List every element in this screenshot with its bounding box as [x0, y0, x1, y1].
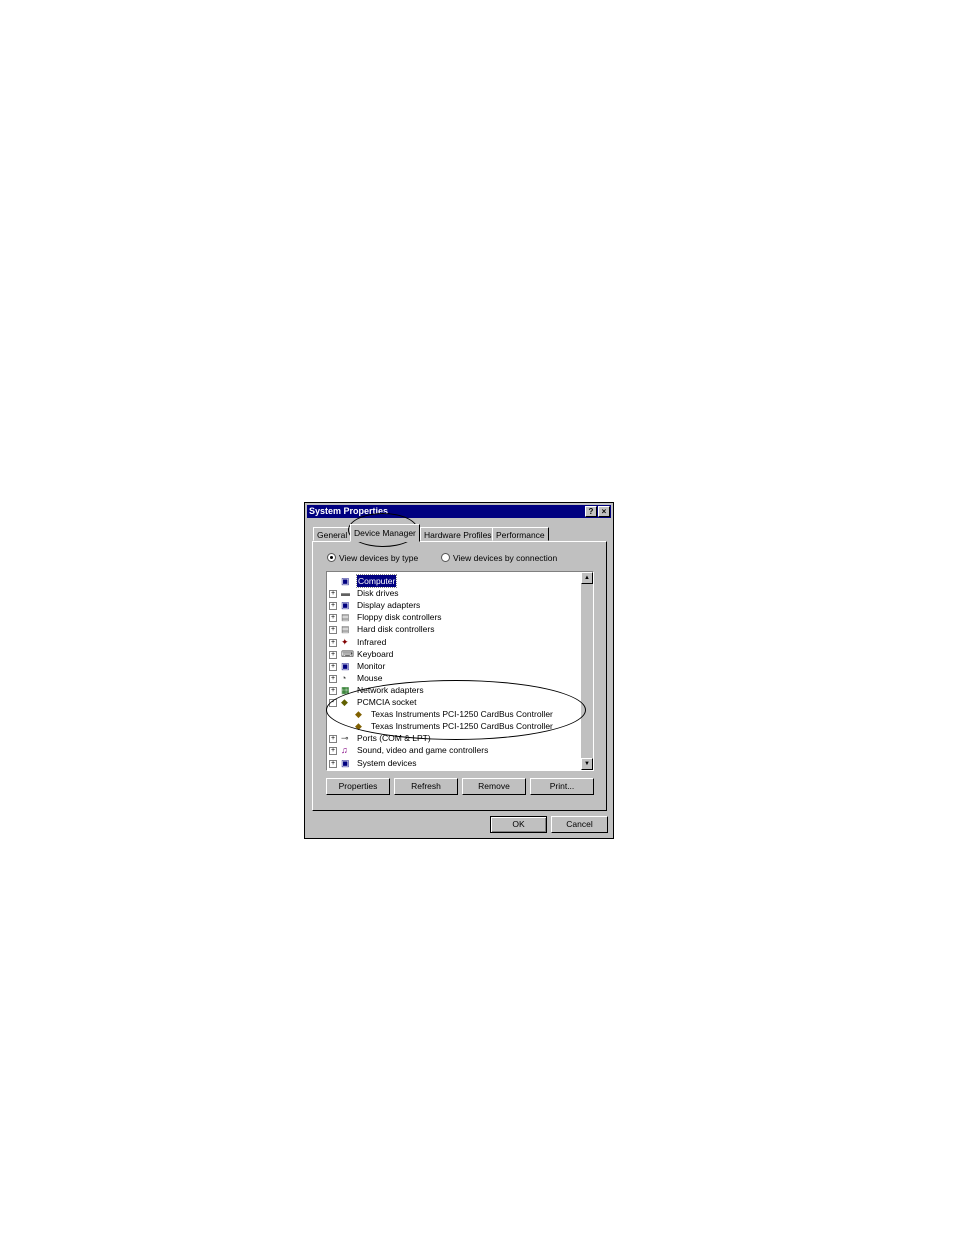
title-bar: System Properties ? × — [307, 505, 611, 518]
expand-icon[interactable]: + — [329, 735, 337, 744]
tree-item-label: Texas Instruments PCI-1250 CardBus Contr… — [371, 721, 553, 732]
close-button[interactable]: × — [598, 506, 610, 517]
tree-item-label: Texas Instruments PCI-1250 CardBus Contr… — [371, 709, 553, 720]
sound-icon: ♫ — [341, 745, 348, 756]
tree-item-label: Hard disk controllers — [357, 624, 435, 635]
expand-icon[interactable]: + — [329, 747, 337, 756]
tree-item-label: PCMCIA socket — [357, 697, 417, 707]
help-button[interactable]: ? — [585, 506, 597, 517]
monitor-icon: ▣ — [341, 660, 350, 671]
pcmcia-icon: ◆ — [341, 697, 348, 707]
print-button[interactable]: Print... — [530, 778, 594, 795]
scroll-down-arrow-icon[interactable]: ▼ — [581, 758, 593, 770]
ok-button[interactable]: OK — [490, 816, 547, 833]
port-icon: ⊸ — [341, 733, 349, 744]
usb-icon: ⊕ — [341, 770, 352, 771]
system-icon: ▣ — [341, 757, 350, 768]
tree-item-label: Computer — [355, 574, 398, 588]
view-by-type-label: View devices by type — [339, 553, 419, 563]
network-icon: ▦ — [341, 684, 350, 695]
cancel-button[interactable]: Cancel — [551, 816, 608, 833]
tree-item-label: Keyboard — [357, 648, 394, 659]
tab-general[interactable]: General — [313, 527, 352, 541]
tree-item-label: Display adapters — [357, 600, 421, 611]
floppy-icon: ▤ — [341, 612, 350, 623]
radio-selected-icon — [327, 553, 336, 562]
tree-item-label: Universal serial bus controller — [357, 769, 469, 771]
view-by-connection-radio[interactable]: View devices by connection — [441, 553, 557, 563]
tab-device-manager[interactable]: Device Manager — [350, 524, 420, 542]
tree-item-label: Floppy disk controllers — [357, 612, 442, 623]
disk-drive-icon: ▬ — [341, 588, 350, 599]
card-icon: ◆ — [355, 709, 362, 720]
tab-hardware-profiles[interactable]: Hardware Profiles — [420, 527, 496, 541]
radio-unselected-icon — [441, 553, 450, 562]
window-title: System Properties — [309, 506, 389, 516]
expand-icon[interactable]: + — [329, 674, 337, 683]
mouse-icon: ◔ — [341, 672, 347, 683]
expand-icon[interactable]: + — [329, 590, 337, 599]
scroll-up-arrow-icon[interactable]: ▲ — [581, 572, 593, 584]
tree-item-label: Monitor — [357, 660, 386, 671]
computer-icon: ▣ — [341, 576, 350, 586]
expand-icon[interactable]: + — [329, 638, 337, 647]
tree-item-label: Disk drives — [357, 588, 399, 599]
properties-button[interactable]: Properties — [326, 778, 390, 795]
tree-item-label: Infrared — [357, 636, 387, 647]
view-by-type-radio[interactable]: View devices by type — [327, 553, 418, 563]
expand-icon[interactable]: + — [329, 759, 337, 768]
device-tree[interactable]: ▲ ▼ ▣ Computer + ▬ Disk drives + ▣ Display adap… — [326, 571, 594, 771]
expand-icon[interactable]: + — [329, 686, 337, 695]
tree-item-label: Ports (COM & LPT) — [357, 733, 431, 744]
tree-item-label: Network adapters — [357, 684, 424, 695]
system-properties-dialog: System Properties ? × General Device Man… — [304, 502, 614, 839]
expand-icon[interactable]: + — [329, 650, 337, 659]
tree-item-label: Mouse — [357, 672, 383, 683]
expand-icon[interactable]: + — [329, 662, 337, 671]
tree-item-label: System devices — [357, 757, 417, 768]
card-icon: ◆ — [355, 721, 362, 732]
hard-disk-icon: ▤ — [341, 624, 350, 635]
tree-item-label: Sound, video and game controllers — [357, 745, 489, 756]
refresh-button[interactable]: Refresh — [394, 778, 458, 795]
keyboard-icon: ⌨ — [341, 648, 354, 659]
expand-icon[interactable]: + — [329, 602, 337, 611]
collapse-icon[interactable]: - — [329, 699, 337, 707]
expand-icon[interactable]: + — [329, 614, 337, 623]
tab-performance[interactable]: Performance — [492, 527, 549, 541]
display-icon: ▣ — [341, 600, 350, 611]
view-by-connection-label: View devices by connection — [453, 553, 558, 563]
infrared-icon: ✦ — [341, 636, 349, 647]
tree-scrollbar[interactable]: ▲ ▼ — [581, 572, 593, 770]
expand-icon[interactable]: + — [329, 626, 337, 635]
remove-button[interactable]: Remove — [462, 778, 526, 795]
